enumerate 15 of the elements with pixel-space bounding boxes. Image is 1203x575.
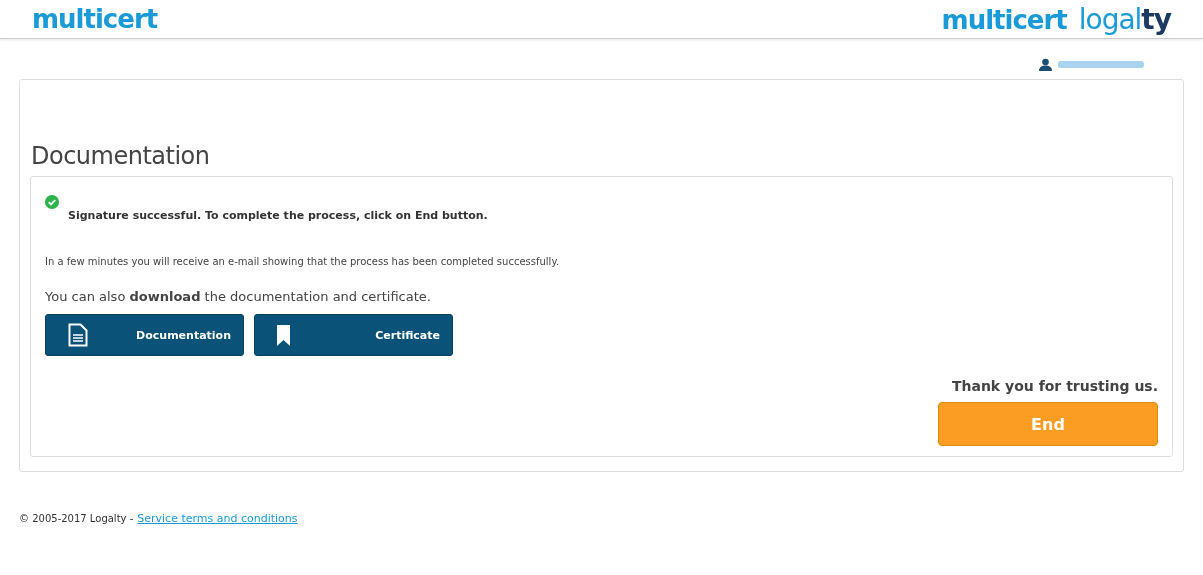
multicert-logo: multicert <box>941 4 1067 35</box>
download-button[interactable]: Certificate <box>254 314 453 356</box>
download-button[interactable]: Documentation <box>45 314 244 356</box>
multicert-logo: multicert <box>32 4 158 34</box>
check-circle-icon <box>45 195 59 209</box>
page-title: Documentation <box>31 142 211 170</box>
bookmark-icon <box>277 324 290 346</box>
thanks-text: Thank you for trusting us. <box>951 378 1158 394</box>
copyright-text: © 2005-2017 Logalty - <box>19 513 134 524</box>
logalty-logo: logalty <box>1078 2 1171 36</box>
user-icon <box>1039 57 1052 71</box>
download-text: You can also download the documentation and certificate. <box>45 289 432 304</box>
document-icon <box>68 323 88 347</box>
success-message: Signature successful. To complete the process, click on End button. <box>68 209 489 222</box>
info-message: In a few minutes you will receive an e-mail showing that the process has been completed successfully. <box>45 256 561 267</box>
